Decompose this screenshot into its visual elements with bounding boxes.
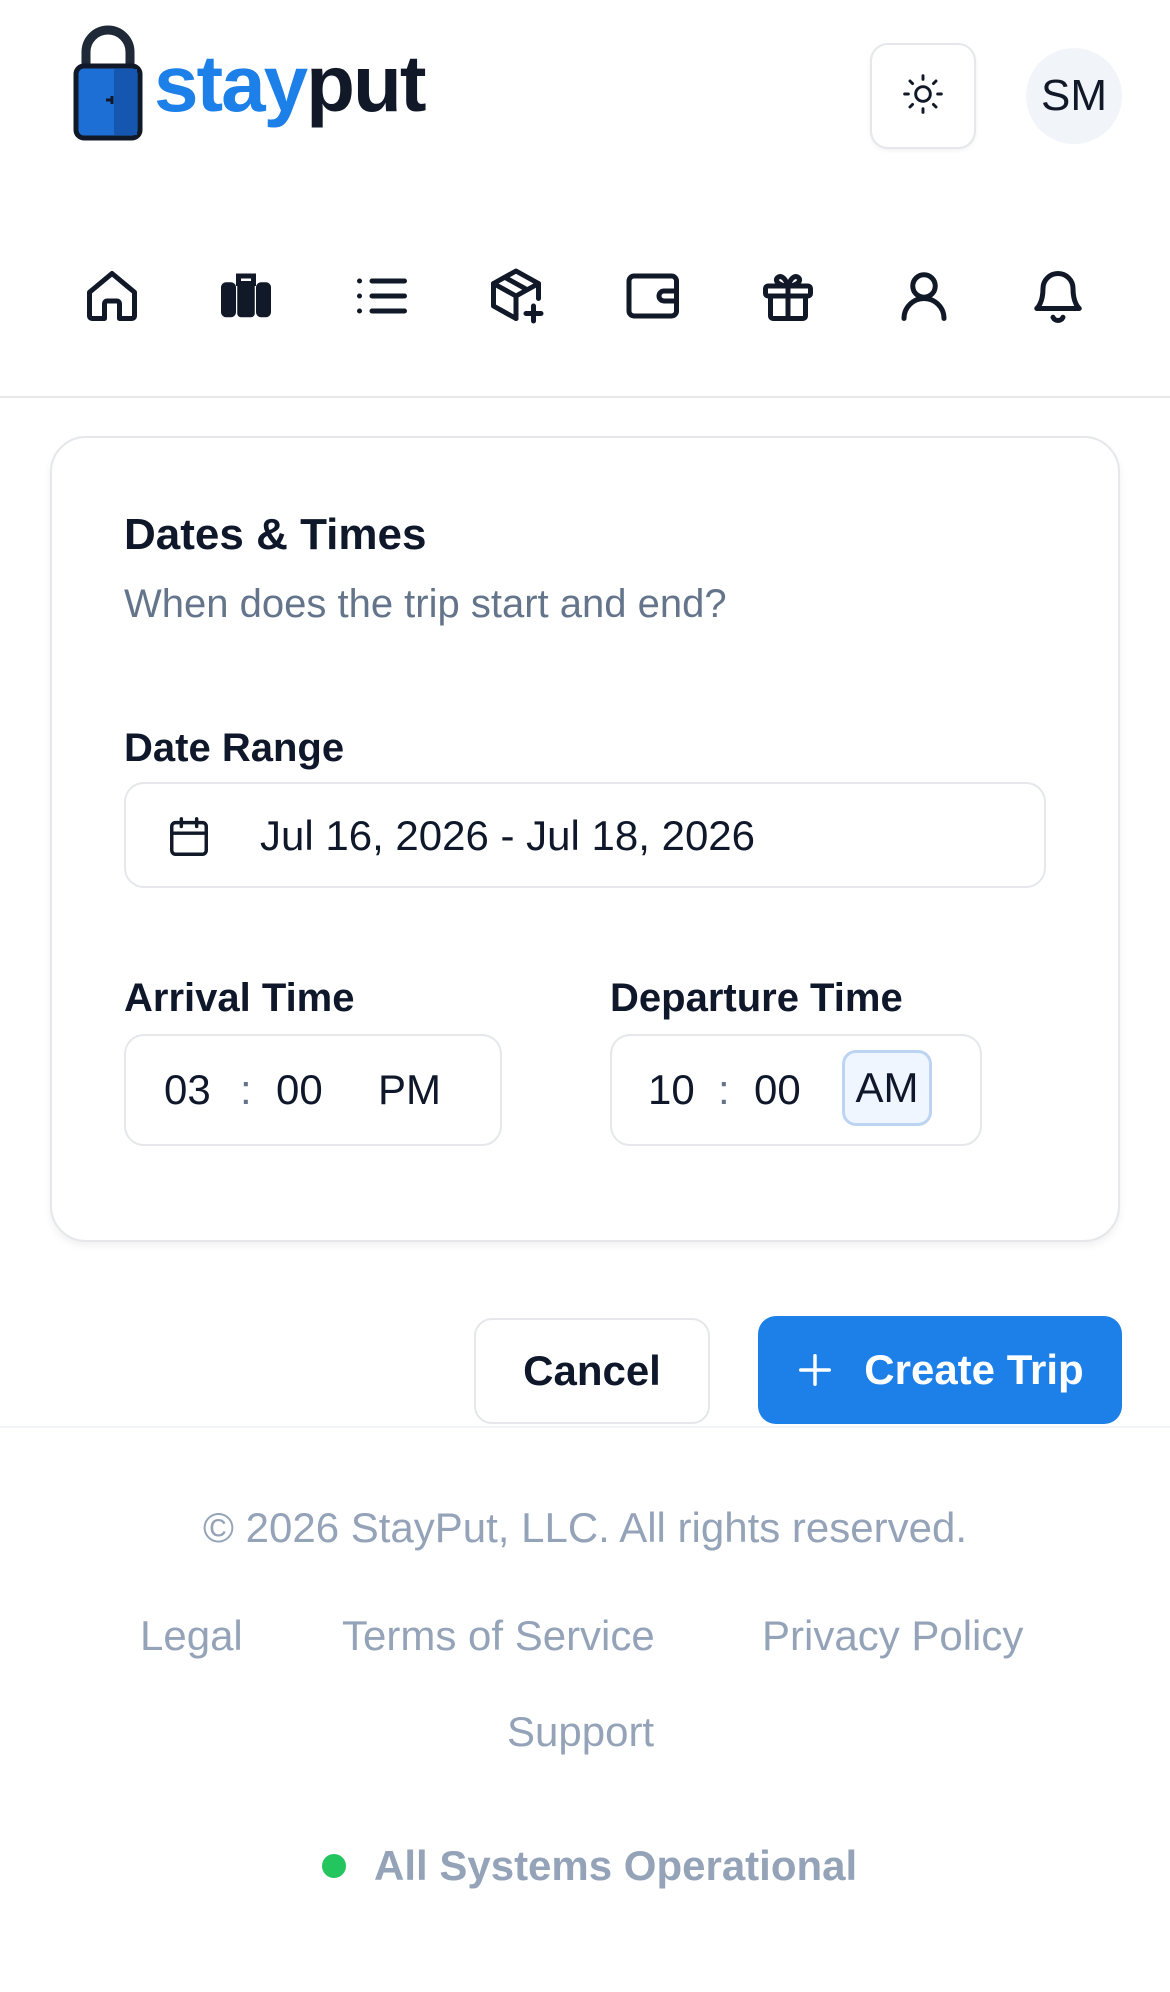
lock-icon bbox=[72, 24, 144, 144]
nav-trips[interactable] bbox=[208, 260, 284, 336]
departure-time-label: Departure Time bbox=[610, 976, 903, 1020]
copyright: © 2026 StayPut, LLC. All rights reserved… bbox=[203, 1504, 967, 1551]
departure-time-input[interactable]: 10 : 00 AM bbox=[610, 1034, 982, 1146]
sun-icon bbox=[901, 72, 945, 121]
nav-packages[interactable] bbox=[478, 260, 554, 336]
departure-colon: : bbox=[718, 1066, 730, 1113]
list-icon bbox=[352, 266, 412, 331]
home-icon bbox=[82, 266, 142, 331]
cancel-button-label: Cancel bbox=[523, 1347, 661, 1394]
footer-link-support[interactable]: Support bbox=[507, 1708, 654, 1756]
user-icon bbox=[894, 266, 954, 331]
create-trip-label: Create Trip bbox=[864, 1346, 1084, 1393]
cancel-button[interactable]: Cancel bbox=[474, 1318, 710, 1424]
create-trip-button[interactable]: Create Trip bbox=[758, 1316, 1122, 1424]
card-title: Dates & Times bbox=[124, 510, 427, 559]
avatar[interactable]: SM bbox=[1026, 48, 1122, 144]
dates-times-card: Dates & Times When does the trip start a… bbox=[50, 436, 1120, 1242]
arrival-colon: : bbox=[240, 1066, 252, 1113]
nav-divider bbox=[0, 396, 1170, 398]
logo-put: put bbox=[306, 39, 426, 128]
nav-list[interactable] bbox=[344, 260, 420, 336]
nav-profile[interactable] bbox=[886, 260, 962, 336]
logo-text: stayput bbox=[154, 44, 427, 124]
bell-icon bbox=[1028, 266, 1088, 331]
plus-icon bbox=[796, 1351, 834, 1389]
avatar-initials: SM bbox=[1041, 71, 1107, 120]
footer-link-privacy[interactable]: Privacy Policy bbox=[762, 1612, 1023, 1660]
date-range-input[interactable]: Jul 16, 2026 - Jul 18, 2026 bbox=[124, 782, 1046, 888]
arrival-minute[interactable]: 00 bbox=[276, 1066, 323, 1114]
status-text: All Systems Operational bbox=[374, 1842, 858, 1889]
theme-toggle-button[interactable] bbox=[870, 43, 976, 149]
arrival-period[interactable]: PM bbox=[378, 1066, 441, 1114]
arrival-time-label: Arrival Time bbox=[124, 976, 355, 1020]
footer-divider bbox=[0, 1426, 1170, 1428]
gift-icon bbox=[758, 266, 818, 331]
nav-home[interactable] bbox=[74, 260, 150, 336]
departure-period[interactable]: AM bbox=[842, 1050, 932, 1126]
departure-minute[interactable]: 00 bbox=[754, 1066, 801, 1114]
wallet-icon bbox=[624, 266, 684, 331]
nav-notifications[interactable] bbox=[1020, 260, 1096, 336]
system-status[interactable]: All Systems Operational bbox=[322, 1842, 857, 1890]
footer-link-terms[interactable]: Terms of Service bbox=[342, 1612, 655, 1660]
nav-wallet[interactable] bbox=[616, 260, 692, 336]
luggage-icon bbox=[216, 266, 276, 331]
departure-hour[interactable]: 10 bbox=[648, 1066, 695, 1114]
footer-link-legal[interactable]: Legal bbox=[140, 1612, 243, 1660]
date-range-value: Jul 16, 2026 - Jul 18, 2026 bbox=[260, 812, 756, 859]
arrival-hour[interactable]: 03 bbox=[164, 1066, 211, 1114]
arrival-time-input[interactable]: 03 : 00 PM bbox=[124, 1034, 502, 1146]
logo[interactable]: stayput bbox=[72, 24, 427, 144]
status-dot bbox=[322, 1854, 346, 1878]
date-range-label: Date Range bbox=[124, 726, 345, 770]
calendar-icon bbox=[166, 814, 212, 865]
main-nav bbox=[0, 250, 1170, 346]
logo-stay: stay bbox=[154, 39, 308, 128]
card-subtitle: When does the trip start and end? bbox=[124, 582, 727, 626]
nav-gifts[interactable] bbox=[750, 260, 826, 336]
page: stayput SM Dates & Times When does the t… bbox=[0, 0, 1170, 1992]
header: stayput SM bbox=[0, 0, 1170, 190]
package-plus-icon bbox=[486, 266, 546, 331]
